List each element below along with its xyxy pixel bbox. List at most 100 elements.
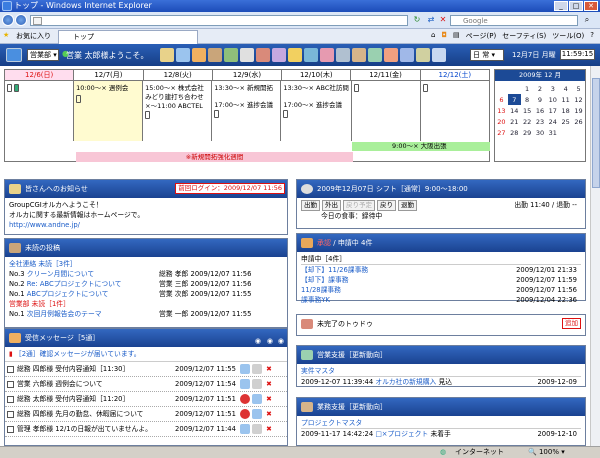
message-checkbox[interactable] <box>7 366 14 373</box>
mini-calendar-day[interactable]: 30 <box>534 127 547 138</box>
post-title[interactable]: 次回月例報告会のテーマ <box>27 310 102 318</box>
mini-calendar-day[interactable]: 20 <box>495 116 508 127</box>
event-tue-3[interactable]: ×～11:00 ABCTEL <box>145 102 209 111</box>
event-thu-1[interactable]: 13:30～× ABC社訪問 <box>283 84 349 93</box>
mini-calendar-day[interactable]: 31 <box>546 127 559 138</box>
feed-icon[interactable]: ◘ <box>442 31 448 41</box>
day-wed[interactable]: 12/9(水) <box>213 70 283 80</box>
forward-icon[interactable] <box>252 379 262 389</box>
config-icon[interactable]: ◉ <box>278 332 284 350</box>
mini-calendar-day[interactable]: 10 <box>546 94 559 105</box>
workflow-icon[interactable] <box>304 48 318 62</box>
cell-fri[interactable] <box>352 81 421 141</box>
mini-calendar-day[interactable]: 22 <box>521 116 534 127</box>
mini-calendar-day[interactable]: 5 <box>572 83 585 94</box>
day-sat[interactable]: 12/12(土) <box>421 70 489 80</box>
posts-group-sales[interactable]: 営業部 未読［1件］ <box>9 299 283 309</box>
message-checkbox[interactable] <box>7 426 14 433</box>
mini-calendar-day[interactable]: 15 <box>521 105 534 116</box>
search-input[interactable]: Google <box>450 15 578 26</box>
request-link[interactable]: 課事務YK <box>301 296 330 304</box>
request-row[interactable]: 11/28課事務 2009/12/07 11:56 <box>301 285 581 295</box>
department-select[interactable]: 営業部 ▾ <box>27 49 59 61</box>
mini-calendar-day[interactable]: 3 <box>546 83 559 94</box>
requests-title-prefix[interactable]: 承認 <box>317 239 331 247</box>
mini-calendar-day[interactable]: 19 <box>572 105 585 116</box>
cell-mon[interactable]: 10:00～× 週例会 <box>74 81 144 141</box>
sales-master-link[interactable]: 実件マスタ <box>301 366 581 377</box>
clock-out-button[interactable]: 退勤 <box>398 200 417 211</box>
maximize-button[interactable]: □ <box>569 1 583 11</box>
sales-icon[interactable] <box>368 48 382 62</box>
message-subject[interactable]: 総務 四郎様 受付内容通知［11:30］ <box>17 365 129 373</box>
cell-wed[interactable]: 13:30～× 新規開拓 17:00～× 進捗会議 <box>212 81 282 141</box>
event-thu-2[interactable]: 17:00～× 進捗会議 <box>283 101 349 110</box>
mini-calendar-day[interactable]: 21 <box>508 116 521 127</box>
mini-calendar-day[interactable]: 28 <box>508 127 521 138</box>
post-row[interactable]: No.2 Re: ABCプロジェクトについて 営業 三郎 2009/12/07 1… <box>9 279 283 289</box>
browser-tab[interactable]: トップ <box>58 30 198 44</box>
mini-calendar-day[interactable]: 11 <box>559 94 572 105</box>
mini-calendar-day[interactable]: 16 <box>534 105 547 116</box>
post-title[interactable]: クリーン月間について <box>27 270 94 278</box>
print-icon[interactable]: ▤ <box>453 31 460 41</box>
event-tue-2[interactable]: みどり建打ち合わせ <box>145 93 209 102</box>
todo-icon[interactable] <box>256 48 270 62</box>
post-title[interactable]: ABCプロジェクトについて <box>27 290 109 298</box>
mini-calendar-day[interactable]: 26 <box>572 116 585 127</box>
post-row[interactable]: No.1 ABCプロジェクトについて 営業 次郎 2009/12/07 11:55 <box>9 289 283 299</box>
request-link[interactable]: 【却下】課事務 <box>301 276 349 284</box>
message-subject[interactable]: 総務 四郎様 先月の勤怠、休暇届について <box>17 410 143 418</box>
posts-group-company[interactable]: 全社連絡 未読［3件］ <box>9 259 283 269</box>
event-wed-2[interactable]: 17:00～× 進捗会議 <box>214 101 278 110</box>
menu-safety[interactable]: セーフティ(S) <box>502 31 546 41</box>
message-subject[interactable]: 総務 太郎様 受付内容通知［11:20］ <box>17 395 129 403</box>
timecard-icon[interactable] <box>288 48 302 62</box>
mini-calendar-day[interactable]: 4 <box>559 83 572 94</box>
delete-icon[interactable]: ✖ <box>264 364 274 374</box>
mini-calendar-day[interactable]: 2 <box>534 83 547 94</box>
print-icon[interactable] <box>240 424 250 434</box>
memo-icon[interactable] <box>320 48 334 62</box>
mini-calendar-day[interactable]: 8 <box>521 94 534 105</box>
post-title[interactable]: Re: ABCプロジェクトについて <box>27 280 122 288</box>
event-tue-1[interactable]: 15:00～× 株式会社 <box>145 84 209 93</box>
message-checkbox[interactable] <box>7 381 14 388</box>
mini-calendar-day[interactable]: 27 <box>495 127 508 138</box>
day-thu[interactable]: 12/10(木) <box>282 70 352 80</box>
back-icon[interactable] <box>2 14 14 26</box>
message-row[interactable]: 総務 太郎様 受付内容通知［11:20］ 2009/12/07 11:51 ✖ <box>5 392 287 407</box>
todo-add-button[interactable]: 追加 <box>562 318 581 329</box>
day-tue[interactable]: 12/8(火) <box>144 70 213 80</box>
request-row[interactable]: 課事務YK 2009/12/04 22:36 <box>301 295 581 305</box>
board-icon[interactable] <box>208 48 222 62</box>
cell-sun[interactable] <box>5 81 75 141</box>
event-mon-1[interactable]: 10:00～× 週例会 <box>76 84 140 93</box>
menu-tools[interactable]: ツール(O) <box>552 31 584 41</box>
reply-icon[interactable]: ◉ <box>267 332 273 350</box>
forward-icon[interactable] <box>252 364 262 374</box>
print-icon[interactable] <box>252 409 262 419</box>
scrollbar-thumb[interactable] <box>592 78 600 188</box>
close-button[interactable]: ✕ <box>584 1 598 11</box>
mini-calendar-day[interactable]: 7 <box>507 94 521 105</box>
print-icon[interactable] <box>240 379 250 389</box>
search-icon[interactable]: ⌕ <box>580 14 594 26</box>
clock-in-button[interactable]: 出勤 <box>301 200 320 211</box>
home-icon[interactable]: ⌂ <box>431 31 435 41</box>
print-icon[interactable] <box>240 364 250 374</box>
request-row[interactable]: 【却下】課事務 2009/12/07 11:59 <box>301 275 581 285</box>
post-row[interactable]: No.3 クリーン月間について 総務 孝郎 2009/12/07 11:56 <box>9 269 283 279</box>
confirm-message-notice[interactable]: ▮ ［2通］確認メッセージが届いています。 <box>5 347 287 362</box>
refresh-icon[interactable]: ↻ <box>410 14 424 26</box>
address-field[interactable] <box>30 15 408 26</box>
message-subject[interactable]: 管理 孝郎様 12/1の日報が出ていませんよ。 <box>17 425 152 433</box>
mini-calendar-day[interactable]: 17 <box>546 105 559 116</box>
circular-icon[interactable] <box>384 48 398 62</box>
return-button[interactable]: 戻り <box>377 200 396 211</box>
facility-icon[interactable] <box>176 48 190 62</box>
vertical-scrollbar[interactable] <box>590 66 600 446</box>
request-row[interactable]: 【却下】11/26課事務 2009/12/01 21:33 <box>301 265 581 275</box>
print-icon[interactable] <box>252 394 262 404</box>
event-wed-1[interactable]: 13:30～× 新規開拓 <box>214 84 278 93</box>
